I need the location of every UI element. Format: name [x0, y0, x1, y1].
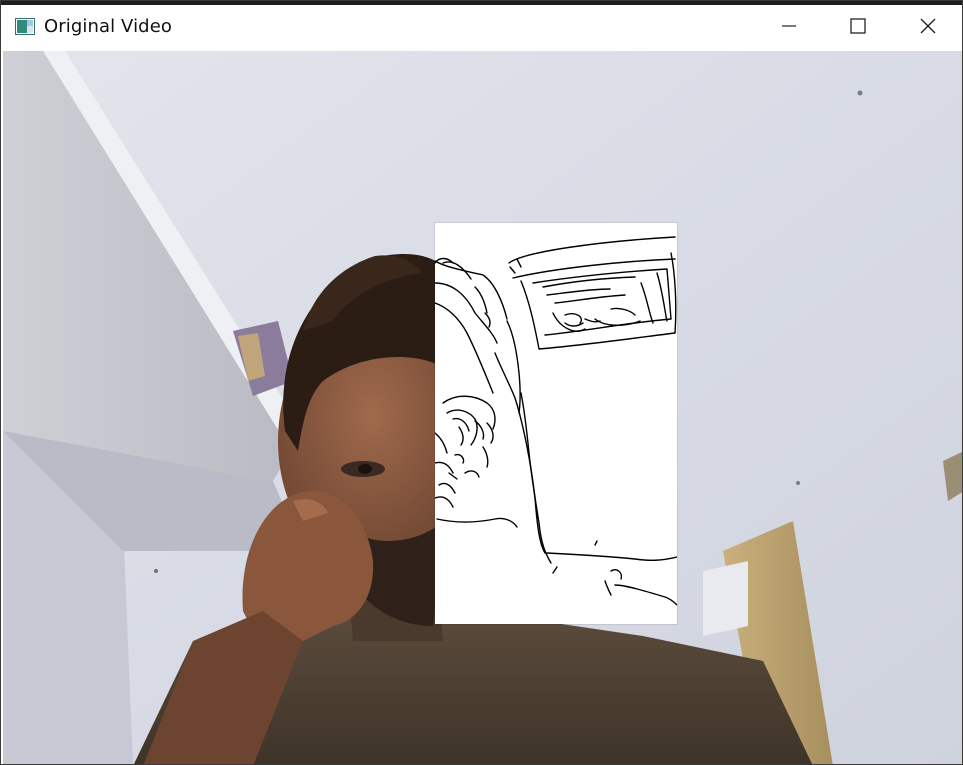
minimize-icon	[781, 18, 797, 38]
video-frame	[3, 51, 962, 764]
title-bar[interactable]: Original Video	[1, 1, 962, 51]
close-icon	[920, 18, 936, 38]
window-title: Original Video	[44, 16, 172, 37]
minimize-button[interactable]	[757, 5, 821, 51]
maximize-icon	[850, 18, 866, 38]
maximize-button[interactable]	[826, 5, 890, 51]
video-window: Original Video	[0, 0, 963, 765]
edge-detection-overlay	[435, 223, 677, 624]
canny-edges-image	[435, 236, 677, 606]
app-window-icon	[15, 18, 35, 35]
close-button[interactable]	[896, 5, 960, 51]
